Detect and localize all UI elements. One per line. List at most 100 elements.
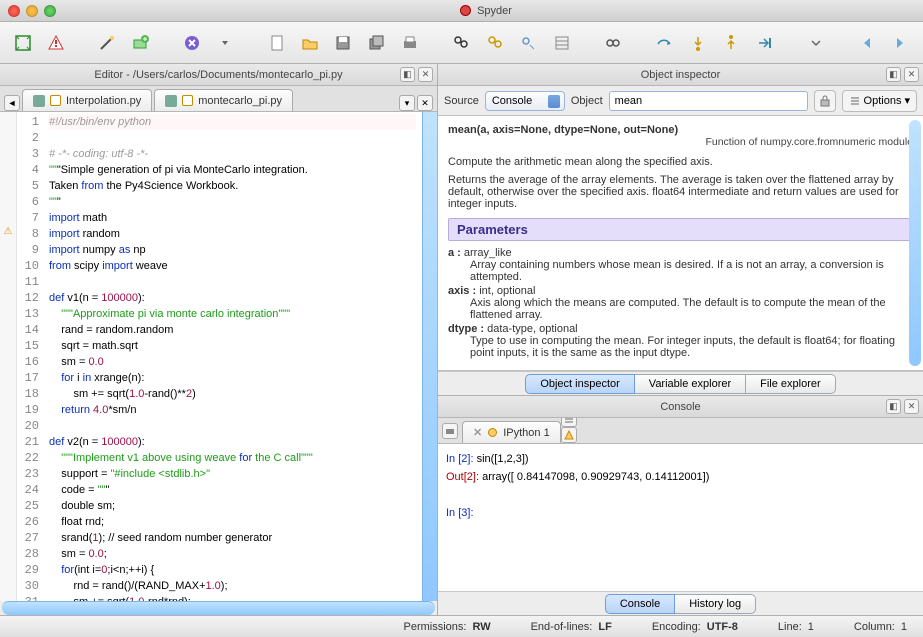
param-row: a : array_likeArray containing numbers w… (448, 247, 913, 283)
console-tab-ipython[interactable]: ✕ IPython 1 (462, 421, 561, 443)
console-output[interactable]: In [2]: sin([1,2,3]) Out[2]: array([ 0.8… (438, 444, 923, 591)
traffic-lights (8, 5, 56, 17)
source-value: Console (492, 95, 532, 107)
vertical-scrollbar[interactable] (422, 112, 437, 601)
save-indicator-icon (165, 95, 177, 107)
step-out-icon[interactable] (718, 30, 743, 56)
code-content[interactable]: #!/usr/bin/env python # -*- coding: utf-… (43, 112, 422, 601)
pane-options-button[interactable]: ◧ (886, 67, 901, 82)
tab-file-explorer[interactable]: File explorer (746, 374, 836, 394)
in-prompt: In [3]: (446, 507, 474, 519)
in-code: sin([1,2,3]) (474, 453, 529, 465)
save-indicator-icon (33, 95, 45, 107)
doc-scrollbar[interactable] (909, 120, 921, 366)
line-value: 1 (808, 621, 814, 633)
step-into-icon[interactable] (685, 30, 710, 56)
editor-pane-title: Editor - /Users/carlos/Documents/monteca… (94, 69, 342, 81)
doc-description: Returns the average of the array element… (448, 174, 913, 210)
window-title: Spyder (477, 5, 512, 17)
lock-button[interactable] (814, 90, 836, 112)
encoding-label: Encoding: (652, 621, 701, 633)
editor-pane: Editor - /Users/carlos/Documents/monteca… (0, 64, 438, 615)
nav-forward-icon[interactable] (888, 30, 913, 56)
pane-close-button[interactable]: ✕ (418, 67, 433, 82)
step-over-icon[interactable] (651, 30, 676, 56)
console-bottom-tabs: Console History log (438, 591, 923, 615)
out-prompt: Out[2]: (446, 471, 479, 483)
param-row: dtype : data-type, optionalType to use i… (448, 323, 913, 359)
out-code: array([ 0.84147098, 0.90929743, 0.141120… (479, 471, 709, 483)
tab-label: montecarlo_pi.py (198, 95, 282, 107)
new-file-icon[interactable] (264, 30, 289, 56)
python-file-icon (50, 95, 61, 106)
warning-triangle-icon[interactable] (43, 30, 68, 56)
code-editor[interactable]: ⚠ 12345678910111213141516171819202122232… (0, 112, 437, 601)
in-prompt: In [2]: (446, 453, 474, 465)
eol-value: LF (598, 621, 611, 633)
permissions-value: RW (472, 621, 490, 633)
stop-purple-icon[interactable] (179, 30, 204, 56)
chevron-down-icon: ▾ (904, 94, 910, 107)
find-next-icon[interactable] (516, 30, 541, 56)
continue-icon[interactable] (752, 30, 777, 56)
nav-back-icon[interactable] (854, 30, 879, 56)
console-print-button[interactable] (442, 423, 458, 439)
console-pane-title: Console (660, 401, 700, 413)
goto-line-icon[interactable] (549, 30, 574, 56)
tab-label: Interpolation.py (66, 95, 141, 107)
inspector-bottom-tabs: Object inspector Variable explorer File … (438, 371, 923, 395)
console-pane: Console ◧ ✕ ✕ IPython 1 In [ (438, 395, 923, 615)
save-icon[interactable] (331, 30, 356, 56)
expand-icon[interactable] (10, 30, 35, 56)
find-icon[interactable] (449, 30, 474, 56)
warning-gutter: ⚠ (0, 112, 17, 601)
close-icon[interactable]: ✕ (473, 426, 482, 439)
horizontal-scrollbar[interactable] (2, 601, 435, 615)
doc-summary: Compute the arithmetic mean along the sp… (448, 156, 913, 168)
window-maximize-button[interactable] (44, 5, 56, 17)
column-value: 1 (901, 621, 907, 633)
line-number-gutter: 1234567891011121314151617181920212223242… (17, 112, 43, 601)
column-label: Column: (854, 621, 895, 633)
editor-tabbar: ◄ Interpolation.py montecarlo_pi.py ▾ ✕ (0, 86, 437, 112)
permissions-label: Permissions: (403, 621, 466, 633)
options-button[interactable]: Options ▾ (842, 90, 917, 112)
status-bar: Permissions: RW End-of-lines: LF Encodin… (0, 615, 923, 637)
source-select[interactable]: Console (485, 91, 565, 111)
inspector-pane-header: Object inspector ◧ ✕ (438, 64, 923, 86)
doc-signature: mean(a, axis=None, dtype=None, out=None) (448, 124, 678, 136)
editor-tab-montecarlo[interactable]: montecarlo_pi.py (154, 89, 293, 111)
open-file-icon[interactable] (297, 30, 322, 56)
editor-tab-interpolation[interactable]: Interpolation.py (22, 89, 152, 111)
tab-list-button[interactable]: ▾ (399, 95, 415, 111)
find-replace-icon[interactable] (482, 30, 507, 56)
object-label: Object (571, 95, 603, 107)
tab-object-inspector[interactable]: Object inspector (525, 374, 634, 394)
pane-close-button[interactable]: ✕ (904, 399, 919, 414)
browse-back-button[interactable]: ◄ (4, 95, 20, 111)
pane-options-button[interactable]: ◧ (886, 399, 901, 414)
add-row-icon[interactable] (128, 30, 153, 56)
console-warning-button[interactable] (561, 427, 577, 443)
more-icon[interactable] (803, 30, 828, 56)
line-label: Line: (778, 621, 802, 633)
window-titlebar: Spyder (0, 0, 923, 22)
window-close-button[interactable] (8, 5, 20, 17)
console-pane-header: Console ◧ ✕ (438, 396, 923, 418)
wand-icon[interactable] (95, 30, 120, 56)
tab-console[interactable]: Console (605, 594, 675, 614)
param-row: axis : int, optionalAxis along which the… (448, 285, 913, 321)
save-all-icon[interactable] (364, 30, 389, 56)
main-toolbar (0, 22, 923, 64)
debug-binoculars-icon[interactable] (600, 30, 625, 56)
window-minimize-button[interactable] (26, 5, 38, 17)
dropdown-arrow-icon[interactable] (213, 30, 238, 56)
tab-variable-explorer[interactable]: Variable explorer (635, 374, 746, 394)
tab-history-log[interactable]: History log (675, 594, 756, 614)
pane-close-button[interactable]: ✕ (904, 67, 919, 82)
object-input[interactable] (609, 91, 808, 111)
tab-close-button[interactable]: ✕ (417, 95, 433, 111)
options-label: Options (864, 95, 902, 107)
print-icon[interactable] (398, 30, 423, 56)
pane-options-button[interactable]: ◧ (400, 67, 415, 82)
